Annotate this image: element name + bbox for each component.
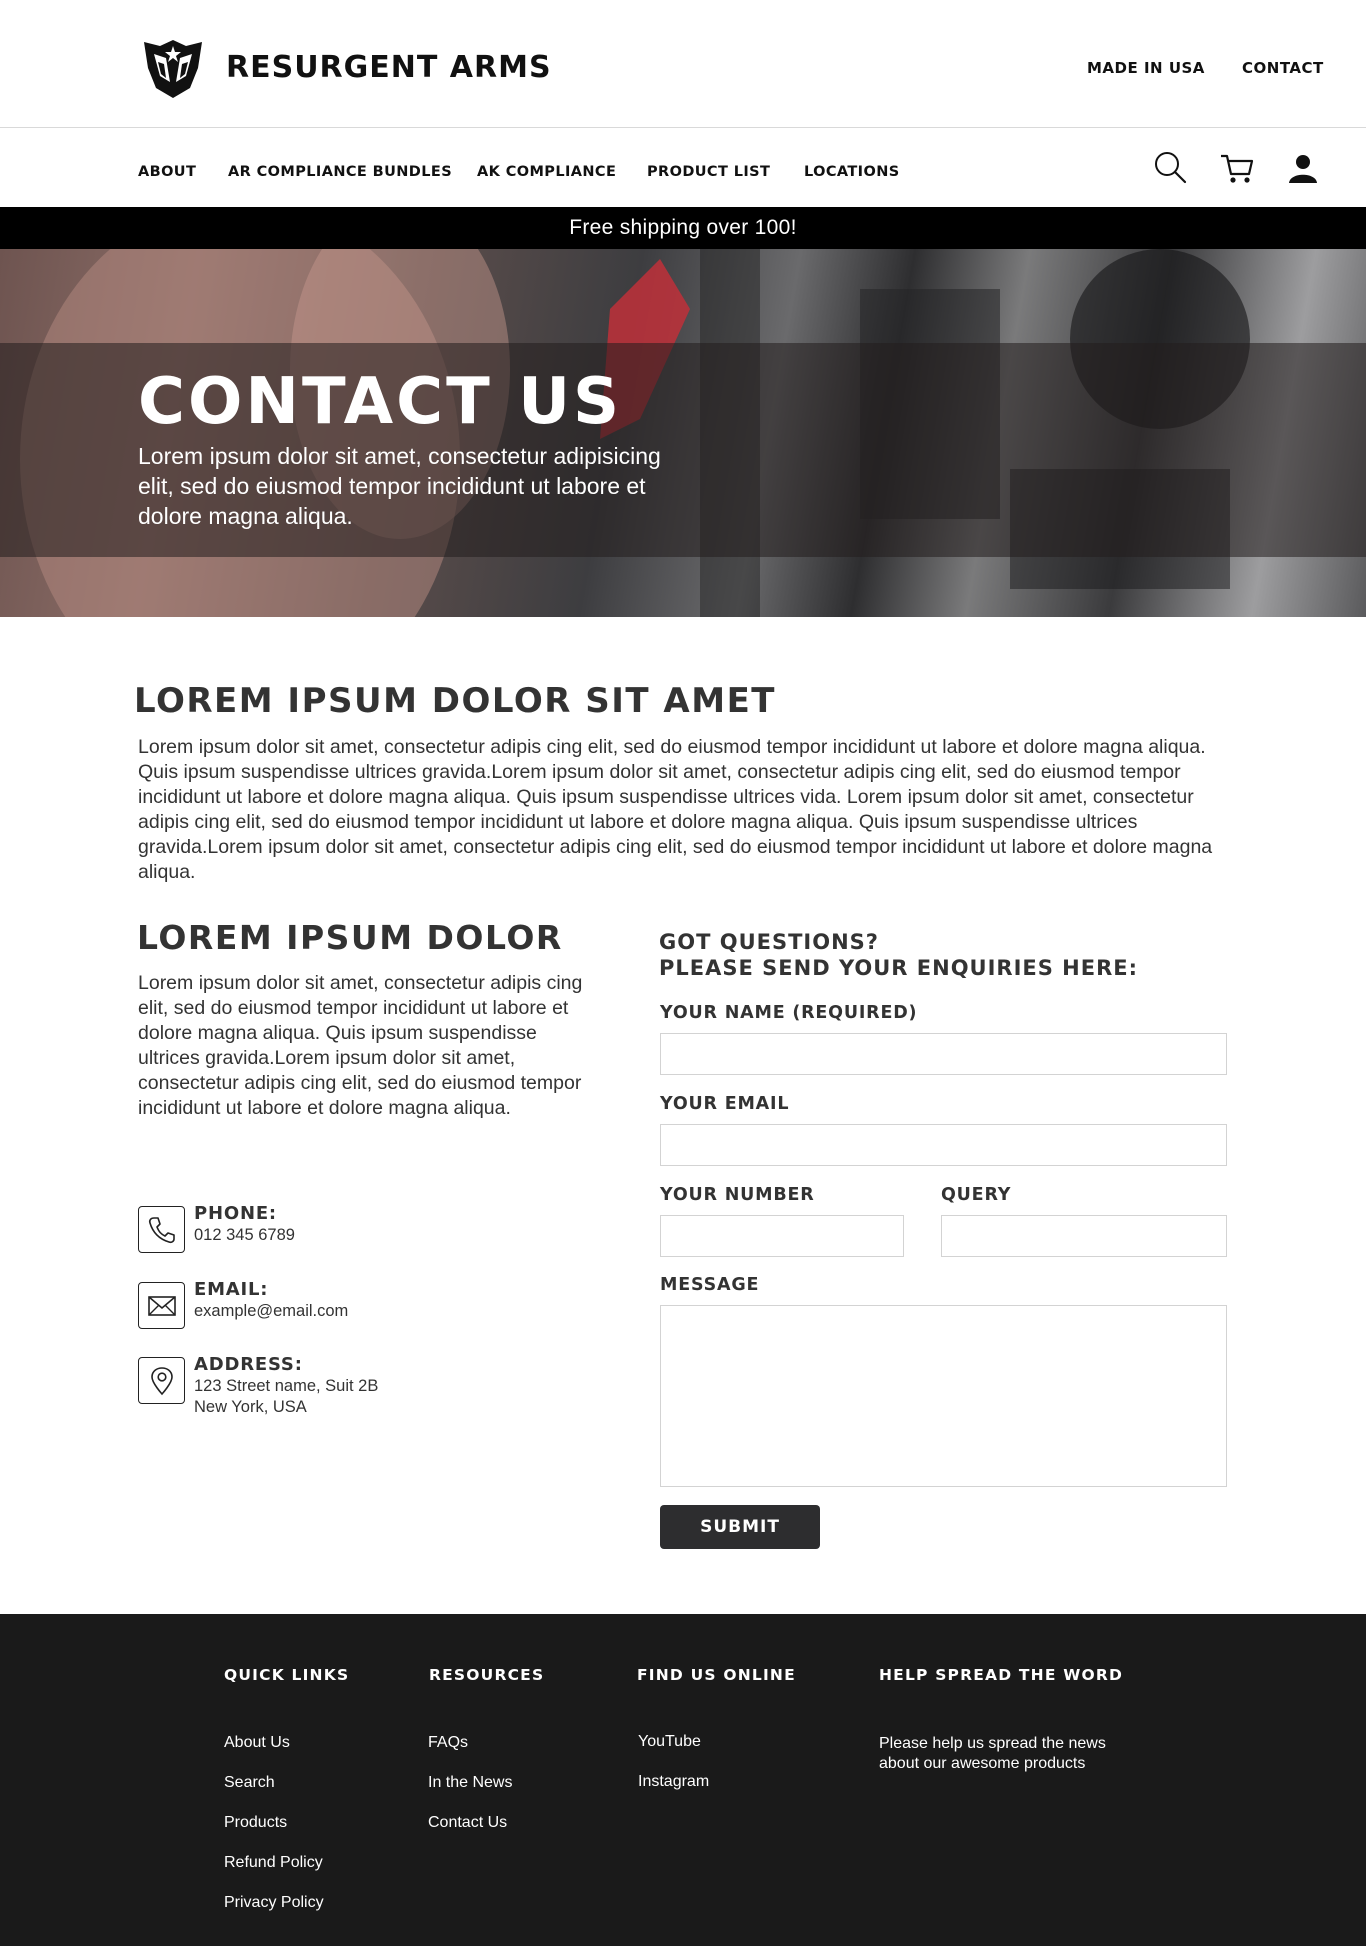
footer-link-faqs[interactable]: FAQs [428,1734,468,1752]
top-link-made-in-usa[interactable]: MADE IN USA [1087,59,1205,77]
footer-link-privacy-policy[interactable]: Privacy Policy [224,1894,324,1912]
number-input[interactable] [660,1215,904,1257]
info-body: Lorem ipsum dolor sit amet, consectetur … [138,972,583,1119]
footer-link-products[interactable]: Products [224,1814,287,1832]
email-input[interactable] [660,1124,1227,1166]
number-label: YOUR NUMBER [660,1185,815,1205]
submit-button[interactable]: SUBMIT [660,1505,820,1549]
footer-heading-quick-links: QUICK LINKS [224,1666,350,1684]
user-icon[interactable] [1285,150,1321,186]
footer-note: Please help us spread the news about our… [879,1735,1106,1772]
name-label: YOUR NAME (REQUIRED) [660,1003,918,1023]
cart-icon[interactable] [1219,150,1255,186]
brand-name[interactable]: RESURGENT ARMS [226,50,552,85]
map-pin-icon [138,1357,185,1404]
form-heading-line2: PLEASE SEND YOUR ENQUIRIES HERE: [659,956,1139,980]
nav-item-product-list[interactable]: PRODUCT LIST [647,164,770,180]
top-header: RESURGENT ARMS MADE IN USA CONTACT [0,0,1366,128]
footer-heading-find-us-online: FIND US ONLINE [637,1666,796,1684]
message-textarea[interactable] [660,1305,1227,1487]
intro-body: Lorem ipsum dolor sit amet, consectetur … [138,736,1213,883]
form-heading-line1: GOT QUESTIONS? [659,930,879,954]
form-heading: GOT QUESTIONS? PLEASE SEND YOUR ENQUIRIE… [659,929,1138,981]
main-nav: ABOUT AR COMPLIANCE BUNDLES AK COMPLIANC… [0,129,1366,207]
footer-link-youtube[interactable]: YouTube [638,1733,701,1751]
envelope-icon [138,1282,185,1329]
search-icon[interactable] [1152,150,1188,186]
footer-link-in-the-news[interactable]: In the News [428,1774,512,1792]
footer-link-search[interactable]: Search [224,1774,275,1792]
footer-heading-help-spread-the-word: HELP SPREAD THE WORD [879,1666,1124,1684]
name-input[interactable] [660,1033,1227,1075]
nav-item-ak-compliance[interactable]: AK COMPLIANCE [477,164,616,180]
message-label: MESSAGE [660,1275,760,1295]
address-label: ADDRESS: [194,1354,303,1375]
footer: QUICK LINKS About Us Search Products Ref… [0,1614,1366,1946]
nav-item-ar-compliance-bundles[interactable]: AR COMPLIANCE BUNDLES [228,164,452,180]
email-label: EMAIL: [194,1279,269,1300]
promo-bar: Free shipping over 100! [0,207,1366,249]
phone-icon [138,1206,185,1253]
footer-link-refund-policy[interactable]: Refund Policy [224,1854,323,1872]
email-field-label: YOUR EMAIL [660,1094,790,1114]
brand-logo-icon[interactable] [140,38,206,100]
phone-label: PHONE: [194,1203,277,1224]
hero-banner: CONTACT US Lorem ipsum dolor sit amet, c… [0,249,1366,617]
query-input[interactable] [941,1215,1227,1257]
email-value[interactable]: example@email.com [194,1301,348,1322]
hero-title: CONTACT US [138,365,623,439]
address-value: 123 Street name, Suit 2B New York, USA [194,1377,379,1416]
phone-value[interactable]: 012 345 6789 [194,1225,295,1246]
footer-link-about-us[interactable]: About Us [224,1734,290,1752]
footer-heading-resources: RESOURCES [429,1666,545,1684]
hero-text: Lorem ipsum dolor sit amet, consectetur … [138,443,661,529]
nav-item-about[interactable]: ABOUT [138,164,196,180]
info-heading: LOREM IPSUM DOLOR [137,918,563,957]
top-link-contact[interactable]: CONTACT [1242,59,1324,77]
intro-heading: LOREM IPSUM DOLOR SIT AMET [134,681,777,721]
footer-link-contact-us[interactable]: Contact Us [428,1814,507,1832]
query-label: QUERY [941,1185,1012,1205]
nav-item-locations[interactable]: LOCATIONS [804,164,900,180]
footer-link-instagram[interactable]: Instagram [638,1773,709,1791]
